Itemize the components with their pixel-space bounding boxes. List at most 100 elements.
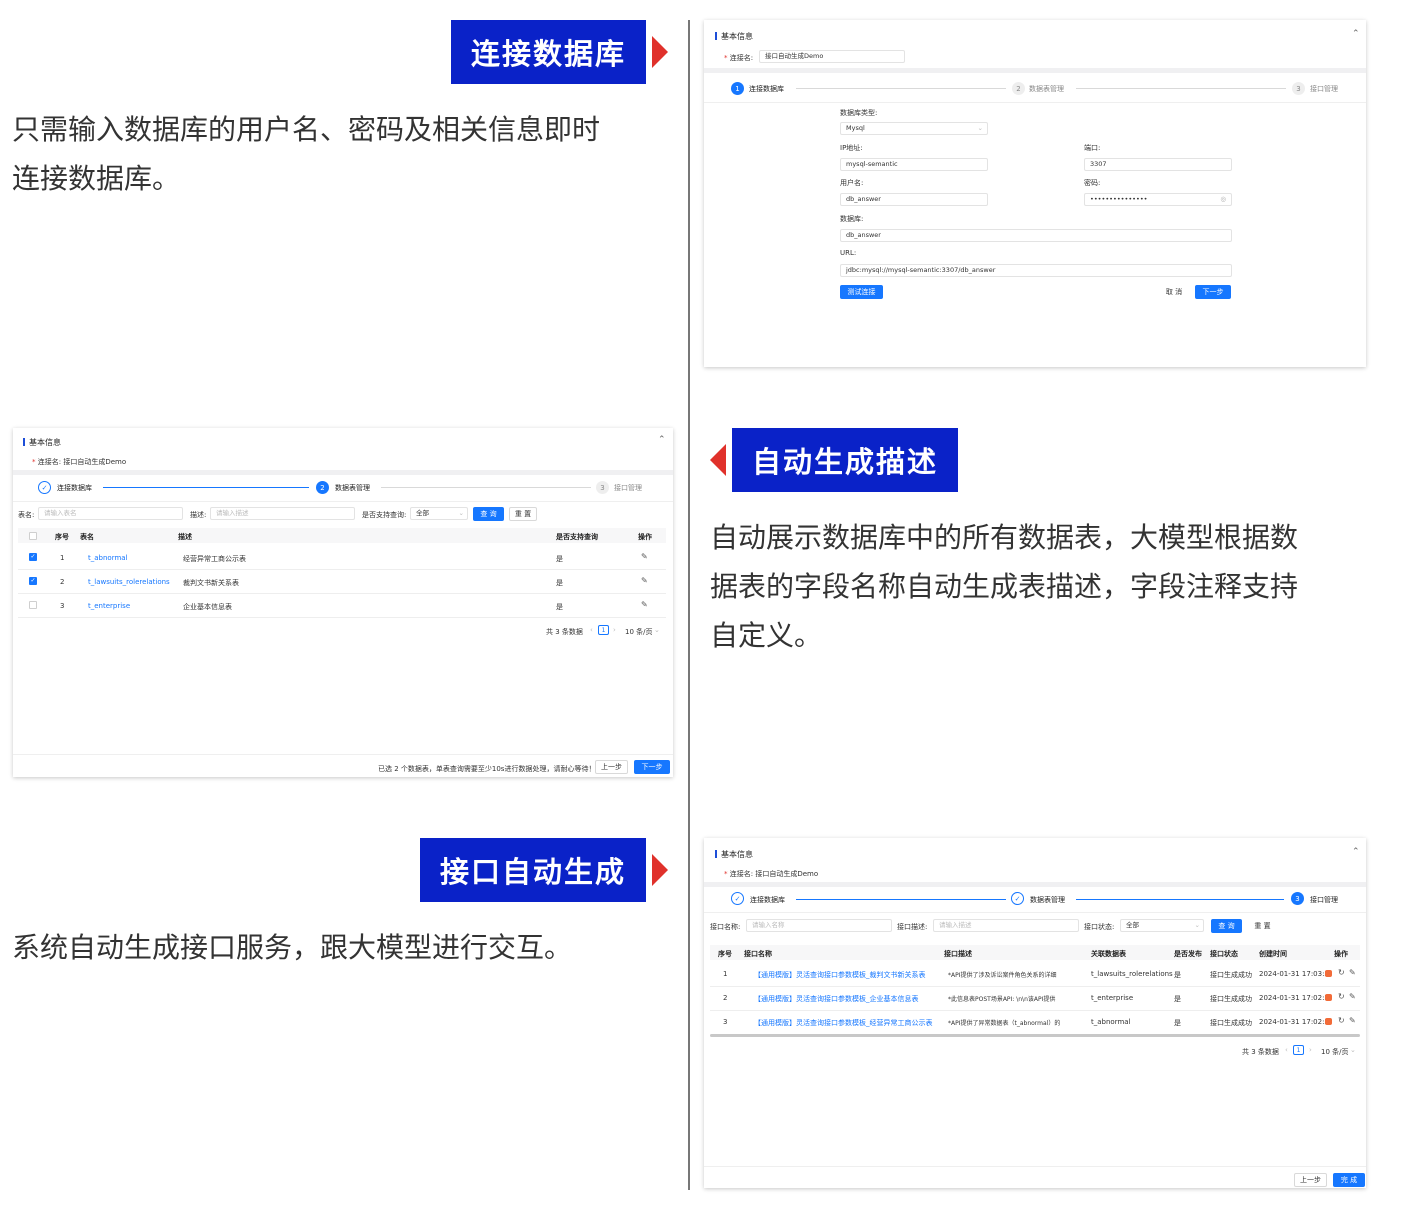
username-input[interactable]: db_answer [840,193,988,206]
next-step-button[interactable]: 下一步 [1195,285,1231,299]
section-marker [23,438,25,446]
related-table: t_enterprise [1091,994,1134,1002]
refresh-icon[interactable]: ↻ [1338,1016,1345,1025]
create-time: 2024-01-31 17:02:5 [1259,994,1329,1002]
db-type-select[interactable]: Mysql ⌄ [840,122,988,135]
port-label: 端口: [1084,144,1101,152]
chevron-up-icon[interactable]: ⌃ [1352,29,1360,39]
desc-line: 连接数据库。 [12,162,181,195]
eye-icon[interactable]: ◎ [1220,194,1226,205]
row-no: 2 [60,578,65,586]
col-header: 操作 [638,533,652,541]
generate-description: 系统自动生成接口服务，跟大模型进行交互。 [12,923,572,972]
page-number[interactable]: 1 [1293,1045,1304,1055]
conn-name-label: 连接名: [37,458,62,466]
chevron-right-icon[interactable]: › [1309,1046,1312,1054]
row-no: 1 [723,970,728,978]
col-header: 创建时间 [1259,950,1287,958]
step-1-circle: 1 [731,82,744,95]
select-all-checkbox[interactable] [29,532,37,540]
edit-icon[interactable]: ✎ [641,600,648,609]
api-status-select[interactable]: 全部 ⌄ [1120,919,1204,932]
url-input[interactable]: jdbc:mysql://mysql-semantic:3307/db_answ… [840,264,1232,277]
row-no: 1 [60,554,65,562]
arrow-right-icon [652,854,668,886]
section-marker [715,32,717,40]
publish-icon[interactable] [1325,994,1332,1001]
chevron-left-icon[interactable]: ‹ [1285,1046,1288,1054]
step-2-label: 数据表管理 [335,484,370,492]
publish-icon[interactable] [1325,970,1332,977]
horizontal-scrollbar[interactable] [710,1034,1360,1037]
next-step-button[interactable]: 下一步 [634,760,670,774]
table-name-link[interactable]: t_enterprise [88,602,130,610]
conn-name-input[interactable]: 接口自动生成Demo [759,50,905,63]
row-checkbox[interactable] [29,601,37,609]
reset-button[interactable]: 重 置 [1248,919,1277,933]
chevron-right-icon[interactable]: › [613,626,616,634]
table-name-input[interactable]: 请输入表名 [38,507,183,520]
edit-icon[interactable]: ✎ [641,576,648,585]
edit-icon[interactable]: ✎ [1349,992,1356,1001]
chevron-up-icon[interactable]: ⌃ [1352,847,1360,857]
prev-step-button[interactable]: 上一步 [595,760,628,774]
col-header: 接口名称 [744,950,772,958]
page-size-select[interactable]: 10 条/页 [1321,1047,1349,1057]
reset-button[interactable]: 重 置 [509,507,537,521]
api-name-link[interactable]: 【通用模版】灵活查询接口参数模板_经营异常工商公示表 [754,1018,933,1028]
chevron-up-icon[interactable]: ⌃ [658,435,666,445]
api-status: 接口生成成功 [1210,1019,1252,1027]
chevron-left-icon[interactable]: ‹ [590,626,593,634]
col-header: 描述 [178,533,192,541]
step-3-circle: 3 [1291,892,1304,905]
table-name-link[interactable]: t_lawsuits_rolerelations [88,578,170,586]
refresh-icon[interactable]: ↻ [1338,968,1345,977]
step-1-label: 连接数据库 [749,85,784,93]
test-connection-button[interactable]: 测试连接 [840,285,883,299]
table-name-link[interactable]: t_abnormal [88,554,128,562]
refresh-icon[interactable]: ↻ [1338,992,1345,1001]
support-value: 是 [556,579,563,587]
api-name-input[interactable]: 请输入名称 [746,919,892,932]
password-input[interactable]: ••••••••••••••• ◎ [1084,193,1232,206]
chevron-down-icon: ⌄ [1350,1046,1356,1054]
support-query-select[interactable]: 全部 ⌄ [410,507,468,520]
api-desc-input[interactable]: 请输入描述 [933,919,1079,932]
ip-input[interactable]: mysql-semantic [840,158,988,171]
edit-icon[interactable]: ✎ [1349,968,1356,977]
conn-name-label: 连接名: [729,870,754,878]
col-header: 是否支持查询 [556,533,598,541]
step-2-circle: 2 [316,481,329,494]
related-table: t_abnormal [1091,1018,1131,1026]
api-name-link[interactable]: 【通用模版】灵活查询接口参数模板_裁判文书新关系表 [754,970,926,980]
page-size-select[interactable]: 10 条/页 [625,627,653,637]
row-checkbox[interactable]: ✓ [29,553,37,561]
query-button[interactable]: 查 询 [1211,919,1242,933]
col-header: 接口描述 [944,950,972,958]
desc-line: 系统自动生成接口服务，跟大模型进行交互。 [12,931,573,964]
publish-value: 是 [1174,1019,1181,1027]
step-1-label: 连接数据库 [57,484,92,492]
step-1-done-circle: ✓ [731,892,744,905]
cancel-button[interactable]: 取 消 [1159,285,1189,299]
generate-title-badge: 接口自动生成 [420,838,646,902]
finish-button[interactable]: 完 成 [1333,1173,1365,1187]
edit-icon[interactable]: ✎ [1349,1016,1356,1025]
chevron-down-icon: ⌄ [977,124,983,132]
edit-icon[interactable]: ✎ [641,552,648,561]
desc-input[interactable]: 请输入描述 [210,507,355,520]
support-value: 是 [556,603,563,611]
total-count: 共 3 条数据 [1242,1048,1279,1056]
query-button[interactable]: 查 询 [473,507,504,521]
row-checkbox[interactable]: ✓ [29,577,37,585]
step-3-circle: 3 [596,481,609,494]
api-name-link[interactable]: 【通用模版】灵活查询接口参数模板_企业基本信息表 [754,994,919,1004]
step-1-done-circle: ✓ [38,481,51,494]
selection-note: 已选 2 个数据表，单表查询需要至少10s进行数据处理，请耐心等待！ [378,765,596,773]
database-input[interactable]: db_answer [840,229,1232,242]
col-header: 是否发布 [1174,950,1202,958]
port-input[interactable]: 3307 [1084,158,1232,171]
prev-step-button[interactable]: 上一步 [1294,1173,1327,1187]
page-number[interactable]: 1 [598,625,609,635]
publish-icon[interactable] [1325,1018,1332,1025]
